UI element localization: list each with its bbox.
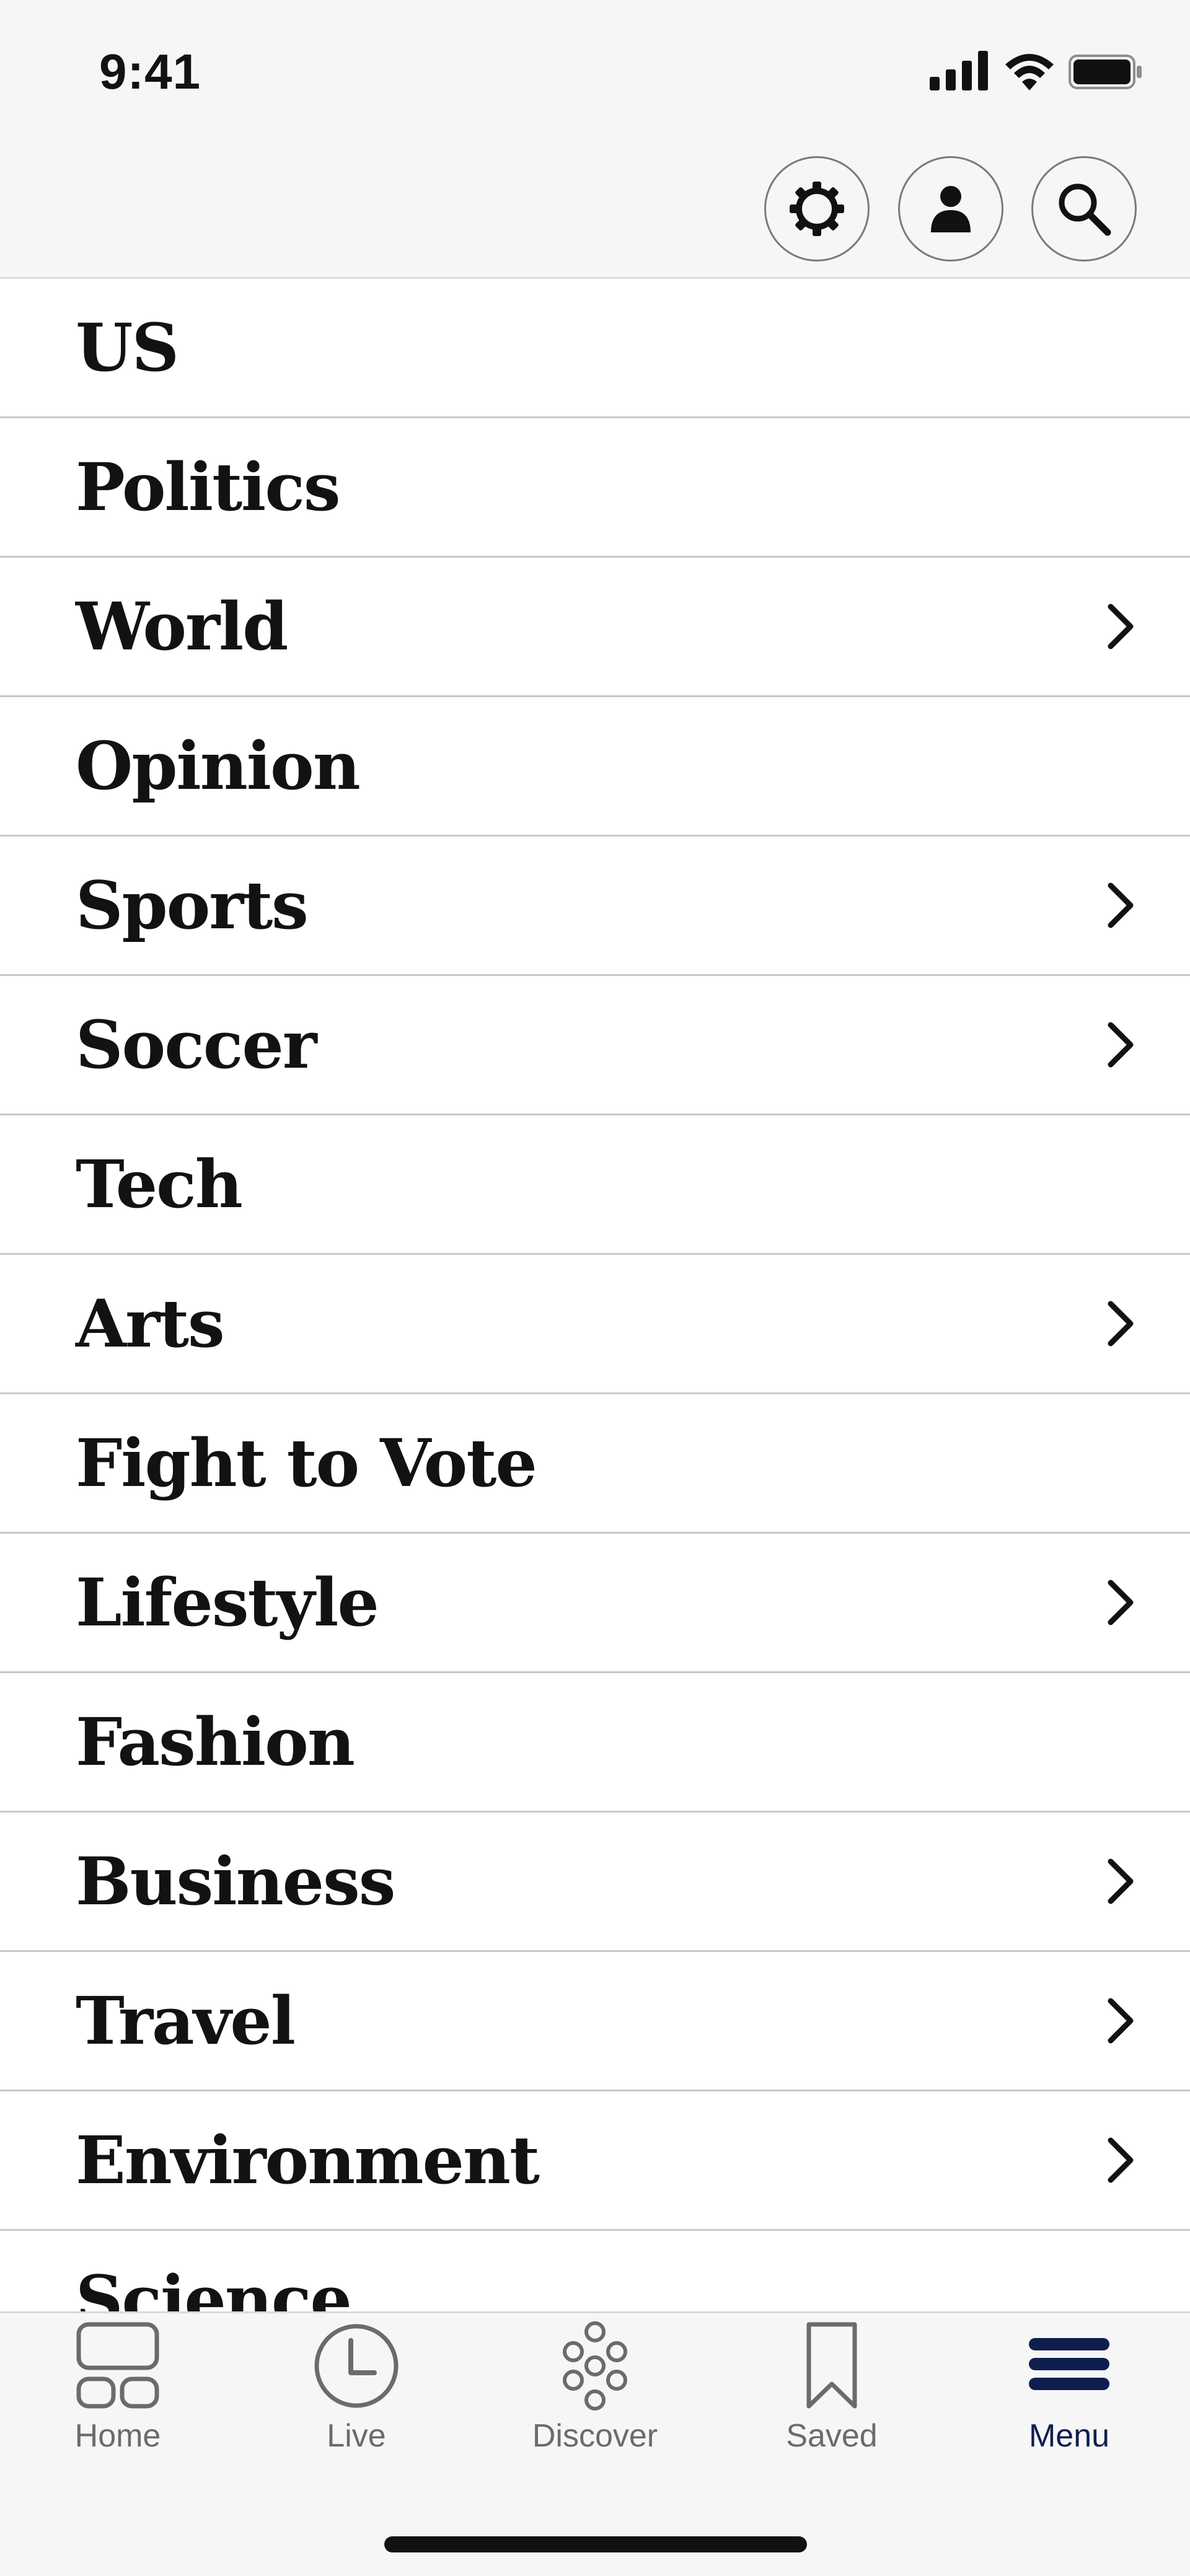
menu-item-science[interactable]: Science <box>0 2231 1190 2312</box>
clock-icon <box>314 2324 399 2408</box>
tab-discover-label: Discover <box>532 2418 658 2454</box>
settings-button[interactable] <box>764 156 870 262</box>
menu-item-fashion[interactable]: Fashion <box>0 1673 1190 1813</box>
menu-item-us[interactable]: US <box>0 279 1190 418</box>
menu-item-label: Opinion <box>76 727 361 804</box>
section-menu-list: US Politics World Opinion Sports Soccer Tech Ar… <box>0 279 1190 2311</box>
menu-item-label: Soccer <box>76 1006 317 1083</box>
account-button[interactable] <box>898 156 1003 262</box>
bookmark-icon <box>806 2322 857 2409</box>
menu-item-politics[interactable]: Politics <box>0 418 1190 558</box>
bottom-tab-bar: Home Live Discover Saved Menu <box>0 2311 1190 2576</box>
menu-item-tech[interactable]: Tech <box>0 1115 1190 1255</box>
home-grid-icon <box>76 2322 159 2409</box>
menu-item-business[interactable]: Business <box>0 1813 1190 1952</box>
tab-live[interactable]: Live <box>276 2319 437 2481</box>
menu-item-world[interactable]: World <box>0 558 1190 697</box>
menu-item-label: Travel <box>76 1982 296 2059</box>
gear-icon <box>790 182 844 236</box>
menu-item-travel[interactable]: Travel <box>0 1952 1190 2091</box>
chevron-right-icon <box>1108 1998 1134 2044</box>
chevron-right-icon <box>1108 604 1134 649</box>
chevron-right-icon <box>1108 882 1134 928</box>
home-indicator <box>384 2536 807 2552</box>
menu-item-label: Business <box>76 1842 395 1920</box>
discover-dots-icon <box>563 2321 627 2411</box>
chevron-right-icon <box>1108 1580 1134 1625</box>
menu-item-label: Sports <box>76 866 309 944</box>
tab-home[interactable]: Home <box>37 2319 198 2481</box>
menu-item-label: Fashion <box>76 1703 355 1780</box>
menu-item-lifestyle[interactable]: Lifestyle <box>0 1534 1190 1673</box>
chevron-right-icon <box>1108 2137 1134 2183</box>
tab-menu[interactable]: Menu <box>989 2319 1150 2481</box>
chevron-right-icon <box>1108 1022 1134 1068</box>
menu-item-label: World <box>76 587 288 665</box>
status-bar: 9:41 <box>0 0 1190 136</box>
menu-item-arts[interactable]: Arts <box>0 1255 1190 1394</box>
menu-item-label: Arts <box>76 1285 225 1362</box>
menu-item-label: Tech <box>76 1145 243 1223</box>
wifi-icon <box>1005 54 1054 90</box>
menu-icon <box>1029 2338 1109 2390</box>
chevron-right-icon <box>1108 1301 1134 1347</box>
battery-icon <box>1069 55 1142 89</box>
tab-discover[interactable]: Discover <box>514 2319 676 2481</box>
menu-item-label: Fight to Vote <box>76 1424 537 1501</box>
menu-item-environment[interactable]: Environment <box>0 2091 1190 2231</box>
tab-live-label: Live <box>327 2418 386 2454</box>
menu-item-label: Politics <box>76 448 341 525</box>
person-icon <box>931 186 971 232</box>
menu-item-sports[interactable]: Sports <box>0 837 1190 976</box>
menu-item-soccer[interactable]: Soccer <box>0 976 1190 1115</box>
search-button[interactable] <box>1031 156 1137 262</box>
tab-menu-label: Menu <box>1028 2418 1110 2454</box>
menu-item-label: Science <box>76 2261 352 2312</box>
tab-saved-label: Saved <box>786 2418 878 2454</box>
menu-item-label: Lifestyle <box>76 1563 379 1641</box>
menu-item-label: US <box>76 309 179 386</box>
top-action-bar <box>0 136 1190 279</box>
tab-home-label: Home <box>74 2418 161 2454</box>
chevron-right-icon <box>1108 1858 1134 1904</box>
menu-item-fight-to-vote[interactable]: Fight to Vote <box>0 1394 1190 1534</box>
tab-saved[interactable]: Saved <box>751 2319 912 2481</box>
search-icon <box>1059 183 1111 236</box>
cellular-signal-icon <box>930 51 988 90</box>
menu-item-label: Environment <box>76 2121 540 2199</box>
menu-item-opinion[interactable]: Opinion <box>0 697 1190 837</box>
status-time: 9:41 <box>99 44 201 99</box>
